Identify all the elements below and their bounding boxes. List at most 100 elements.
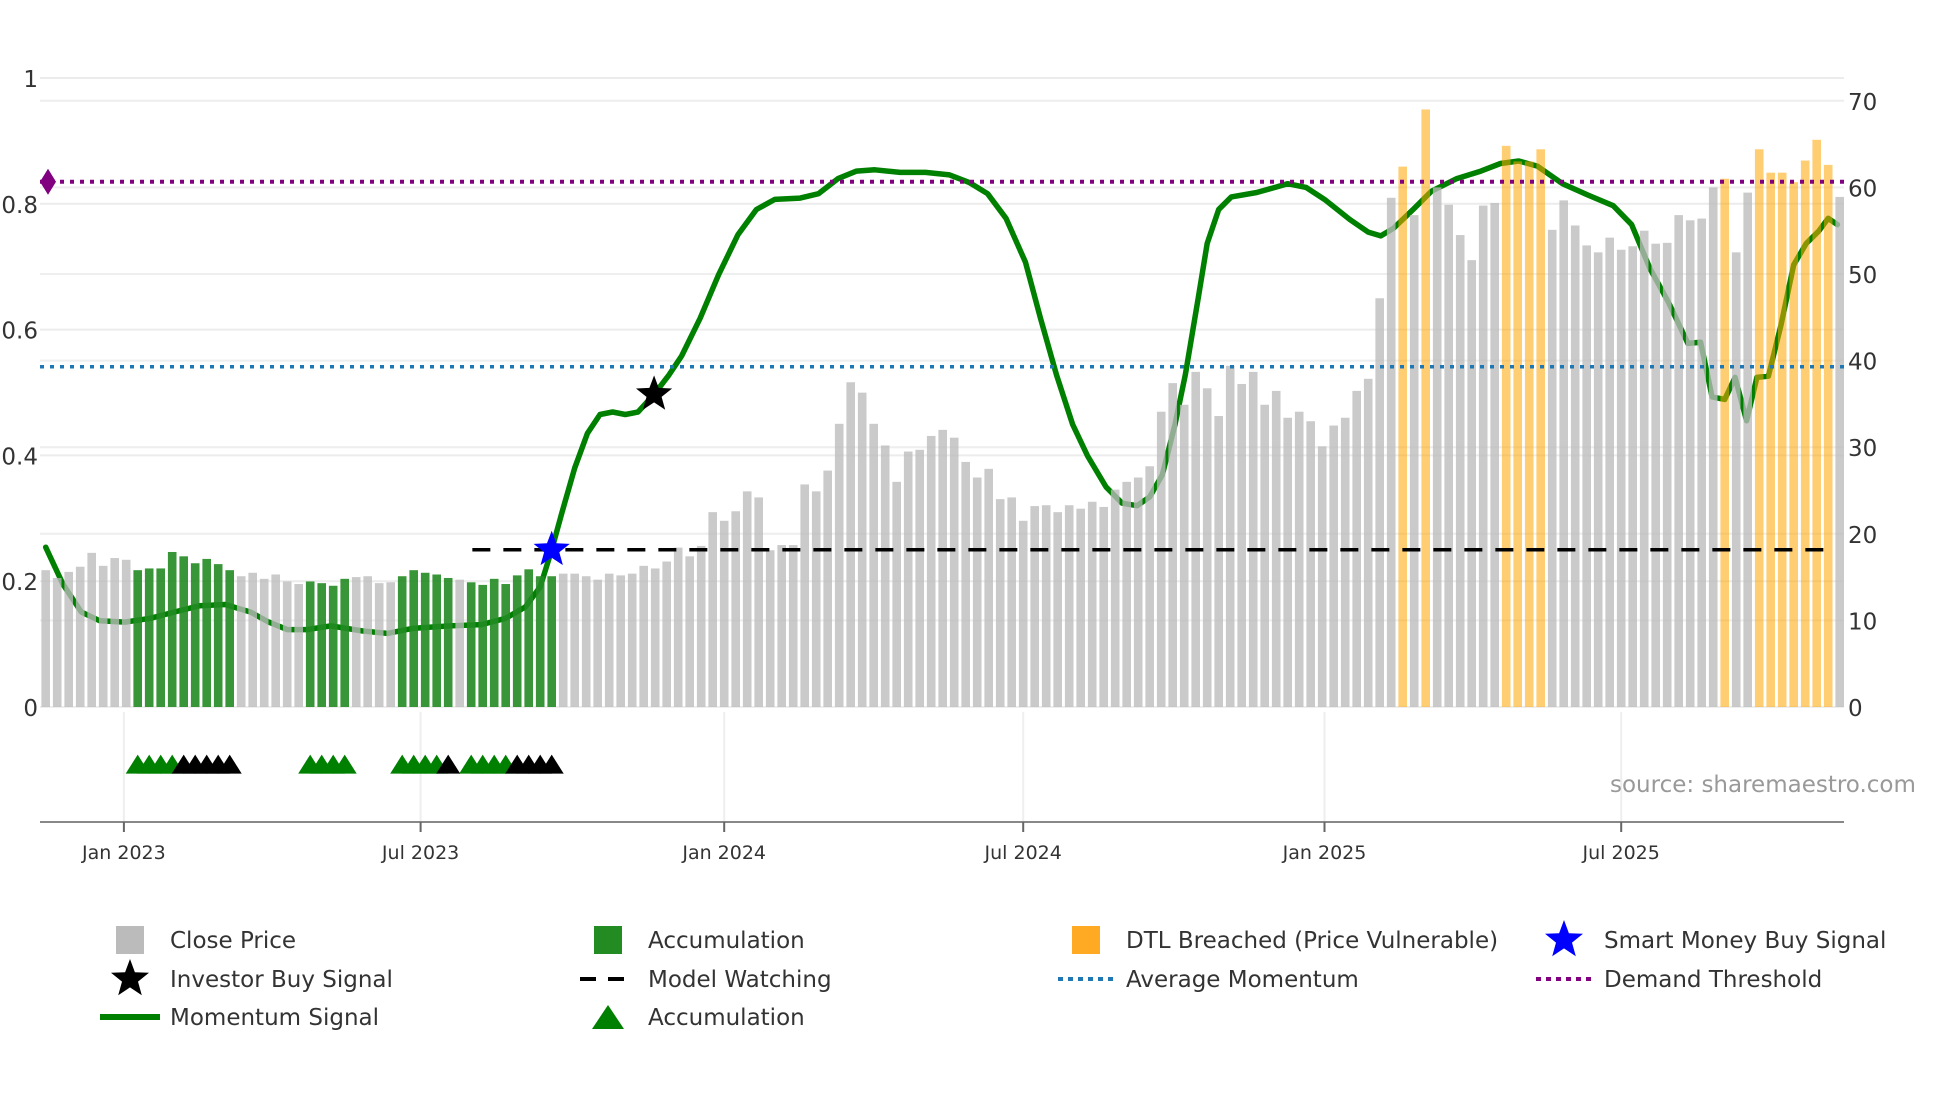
- accumulation-bar: [489, 578, 499, 707]
- legend: Close Price Accumulation DTL Breached (Pri…: [100, 920, 1886, 1031]
- close-price-bar: [1306, 421, 1315, 707]
- close-price-bar: [1133, 477, 1143, 707]
- close-price-bar: [75, 566, 85, 707]
- close-price-bar: [616, 575, 625, 707]
- close-price-bar: [1731, 252, 1741, 707]
- right-tick-label: 60: [1848, 176, 1877, 202]
- accumulation-bar: [133, 570, 142, 707]
- close-price-bar: [1317, 446, 1327, 707]
- close-price-bar: [1053, 512, 1062, 707]
- close-price-bar: [880, 445, 890, 707]
- legend-item: Momentum Signal: [100, 1005, 379, 1031]
- x-tick-label: Jul 2025: [1582, 842, 1660, 864]
- accumulation-bar: [443, 577, 453, 707]
- legend-triangle-icon: [592, 1005, 624, 1029]
- accumulation-bar: [340, 578, 349, 707]
- close-price-bar: [1214, 416, 1223, 707]
- close-price-bar: [1697, 218, 1706, 708]
- close-price-bar: [708, 512, 717, 707]
- legend-item: Demand Threshold: [1536, 967, 1822, 993]
- accumulation-bar: [535, 576, 545, 707]
- close-price-bar: [1340, 417, 1350, 707]
- close-price-bar: [903, 451, 913, 707]
- close-price-bar: [650, 568, 660, 707]
- close-price-bar: [1616, 249, 1626, 707]
- close-price-bar: [1329, 425, 1338, 707]
- close-price-bar: [455, 579, 464, 707]
- dtl-breached-bar: [1800, 160, 1810, 707]
- close-price-bar: [938, 429, 947, 707]
- close-price-bar: [1156, 411, 1166, 707]
- legend-item: Smart Money Buy Signal: [1545, 920, 1886, 957]
- accumulation-bar: [167, 551, 177, 707]
- left-tick-label: 0.8: [1, 193, 38, 219]
- legend-label: Average Momentum: [1126, 967, 1359, 993]
- legend-item: Accumulation: [592, 1005, 805, 1031]
- close-price-bar: [271, 574, 280, 707]
- right-tick-label: 10: [1848, 609, 1877, 635]
- close-price-bar: [1455, 235, 1465, 707]
- close-price-bar: [1122, 481, 1131, 707]
- dtl-breached-bar: [1421, 109, 1430, 707]
- close-price-bar: [1605, 237, 1614, 708]
- close-price-bar: [52, 577, 62, 707]
- close-price-bar: [662, 561, 671, 707]
- close-price-bar: [1593, 252, 1603, 707]
- dtl-breached-bar: [1513, 161, 1522, 708]
- close-price-bar: [1386, 197, 1396, 708]
- close-price-bar: [1076, 508, 1085, 707]
- legend-item: Accumulation: [594, 926, 805, 954]
- close-price-bar: [98, 565, 108, 707]
- x-tick-label: Jan 2023: [81, 842, 166, 864]
- right-tick-label: 30: [1848, 436, 1877, 462]
- close-price-bar: [1064, 505, 1074, 707]
- close-price-bar: [1191, 371, 1200, 707]
- dtl-breached-bar: [1754, 149, 1764, 707]
- close-price-bar: [1490, 202, 1499, 707]
- right-tick-label: 50: [1848, 263, 1877, 289]
- right-tick-label: 70: [1848, 90, 1877, 116]
- close-price-bar: [374, 583, 384, 707]
- accumulation-bar: [466, 582, 476, 707]
- chart: Jan 2023 Jul 2023 Jan 2024 Jul 2024 Jan 2025…: [1, 67, 1916, 1031]
- close-price-bar: [1835, 196, 1844, 707]
- close-price-bar: [1547, 229, 1557, 708]
- close-price-bar: [1651, 243, 1660, 707]
- legend-item: Model Watching: [580, 967, 832, 993]
- close-price-bar: [64, 571, 73, 707]
- close-price-bar: [1559, 200, 1568, 707]
- close-price-bar: [995, 499, 1005, 707]
- close-price-bar: [1260, 404, 1269, 707]
- x-tick-label: Jan 2024: [681, 842, 766, 864]
- close-price-bar: [926, 435, 936, 707]
- right-tick-label: 40: [1848, 350, 1877, 376]
- close-price-bar: [558, 573, 568, 707]
- close-price-bar: [1432, 187, 1442, 707]
- dtl-breached-bar: [1720, 178, 1729, 708]
- close-price-bar: [1018, 520, 1028, 707]
- accumulation-bar: [317, 583, 326, 707]
- close-price-bar: [949, 437, 959, 707]
- accumulation-bar: [144, 568, 154, 707]
- accumulation-bar: [225, 570, 234, 707]
- legend-label: Accumulation: [648, 928, 805, 954]
- close-price-bar: [1363, 378, 1373, 707]
- source-label: source: sharemaestro.com: [1610, 772, 1916, 798]
- legend-square-icon: [116, 926, 144, 954]
- close-price-bar: [1202, 388, 1212, 707]
- close-price-bar: [754, 497, 763, 707]
- accumulation-bar: [512, 575, 522, 707]
- close-price-bar: [386, 582, 395, 707]
- accumulation-bar: [305, 581, 315, 707]
- right-tick-label: 0: [1848, 696, 1863, 722]
- close-price-bar: [1582, 245, 1591, 707]
- legend-label: Investor Buy Signal: [170, 967, 393, 993]
- close-price-bar: [1168, 383, 1177, 707]
- legend-label: DTL Breached (Price Vulnerable): [1126, 928, 1498, 954]
- close-price-bar: [823, 470, 832, 707]
- close-price-bar: [363, 576, 372, 707]
- accumulation-bar: [409, 570, 418, 707]
- close-price-bar: [742, 491, 752, 707]
- close-price-bar: [1087, 501, 1097, 707]
- dtl-breached-bar: [1789, 182, 1798, 708]
